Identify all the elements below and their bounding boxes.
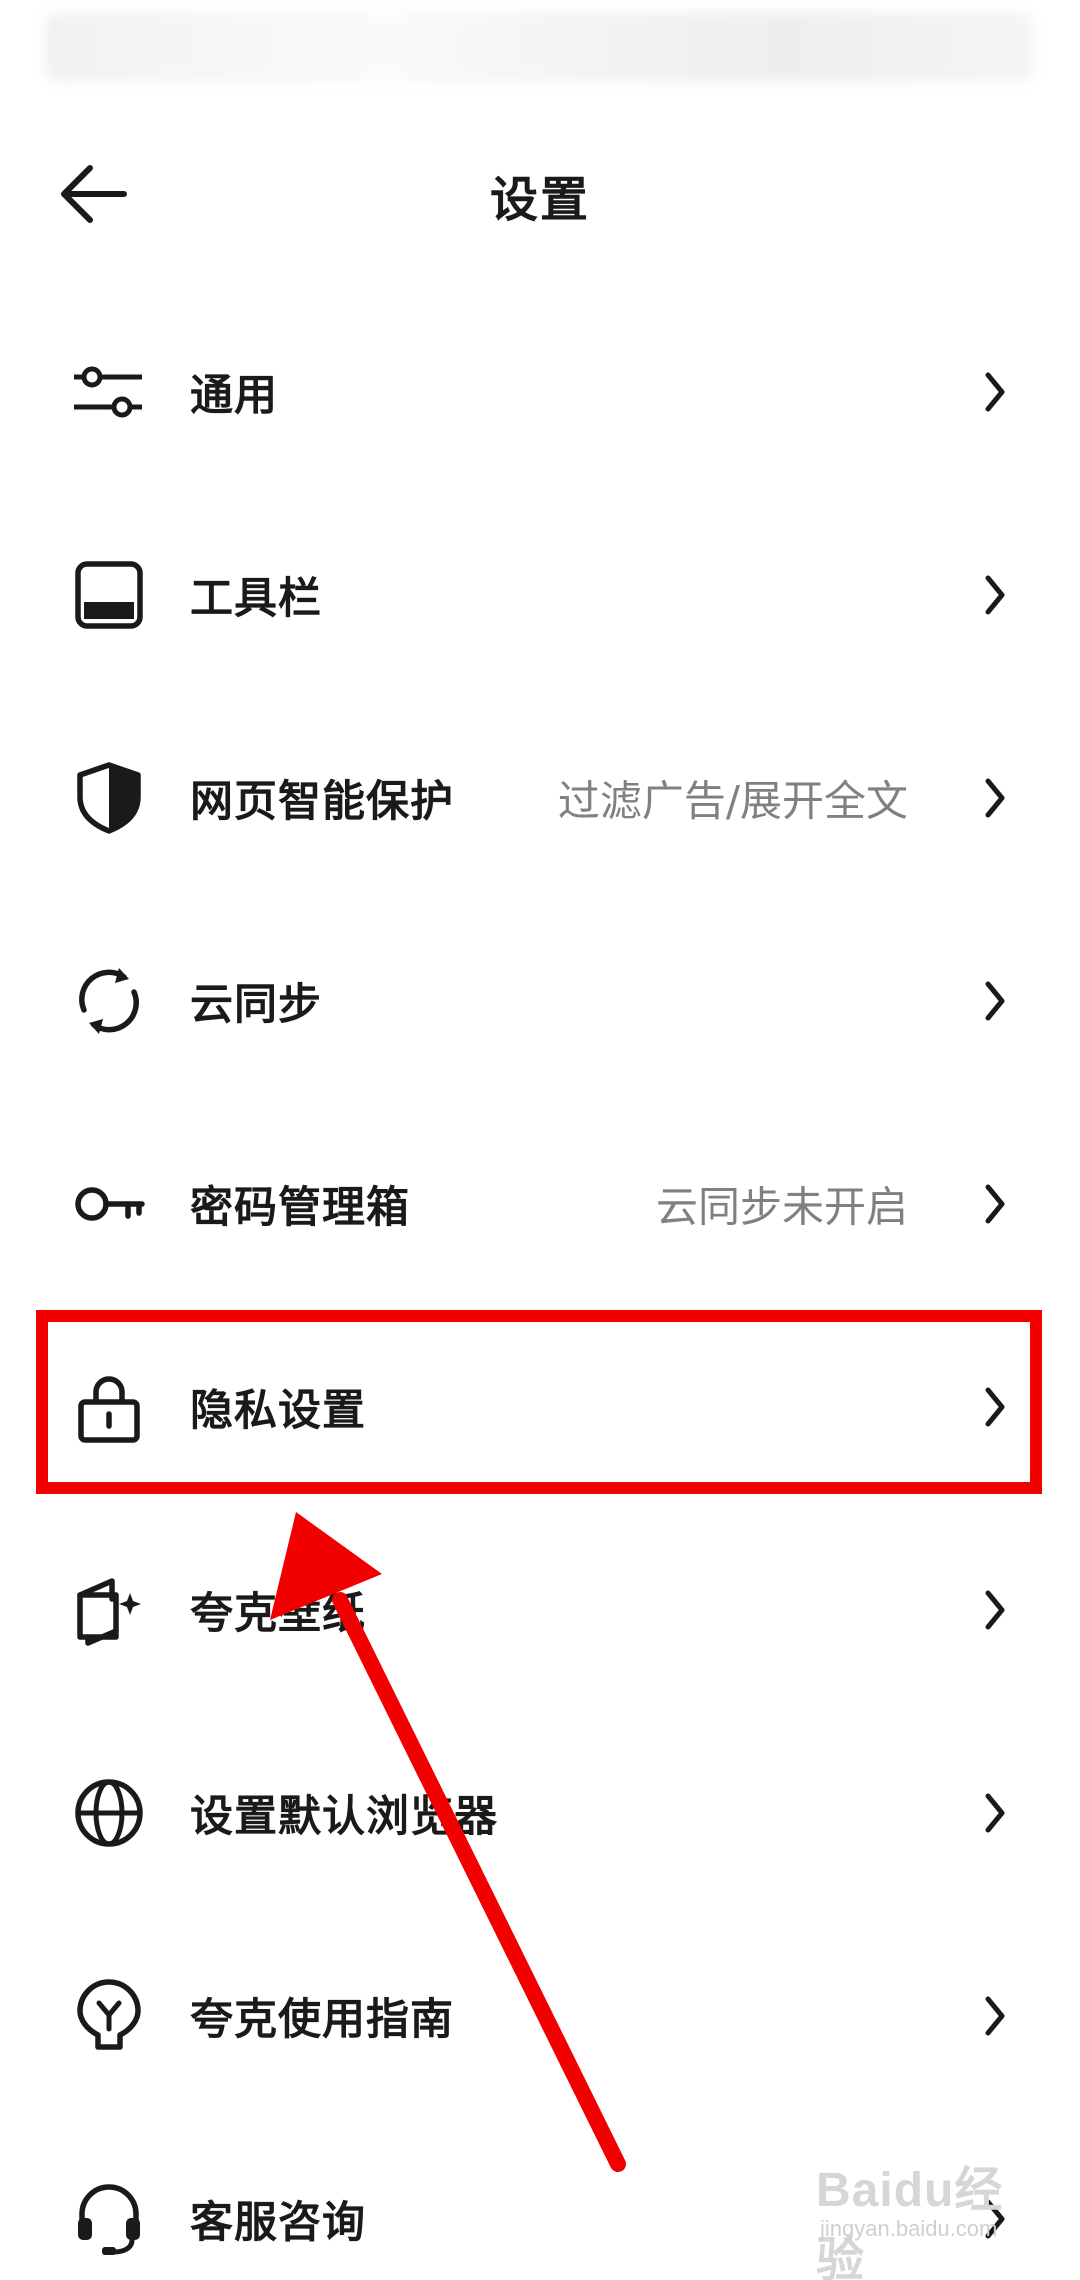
settings-item-label: 客服咨询 [190,2197,366,2248]
wallpaper-icon [72,1573,146,1647]
globe-icon [72,1776,146,1850]
settings-item-toolbar[interactable]: 工具栏 [0,493,1080,696]
chevron-right-icon [985,1387,1005,1426]
chevron-right-icon [985,1793,1005,1832]
settings-item-general[interactable]: 通用 [0,290,1080,493]
sliders-icon [72,355,146,429]
page-title: 设置 [489,172,590,228]
settings-list: 通用 工具栏 网页智能保护 过滤广告/展开全文 云同步 密码管理箱 云同步未开启… [0,290,1080,2280]
chevron-right-icon [985,1996,1005,2035]
settings-item-label: 工具栏 [190,573,322,624]
settings-item-label: 隐私设置 [190,1385,366,1436]
settings-item-privacy[interactable]: 隐私设置 [0,1305,1080,1508]
settings-item-customer-service[interactable]: 客服咨询 [0,2117,1080,2280]
settings-item-label: 通用 [190,370,278,421]
chevron-right-icon [985,981,1005,1020]
settings-item-label: 夸克使用指南 [190,1994,454,2045]
settings-item-label: 夸克壁纸 [190,1588,366,1639]
sync-icon [72,964,146,1038]
settings-item-user-guide[interactable]: 夸克使用指南 [0,1914,1080,2117]
settings-item-label: 云同步 [190,979,322,1030]
settings-item-value: 过滤广告/展开全文 [557,776,908,825]
settings-page: 设置 通用 工具栏 网页智能保护 过滤广告/展开全文 云同步 密码管理箱 云同步… [0,0,1080,2280]
header: 设置 [0,120,1080,270]
shield-icon [72,761,146,835]
chevron-right-icon [985,1590,1005,1629]
chevron-right-icon [985,778,1005,817]
settings-item-wallpaper[interactable]: 夸克壁纸 [0,1508,1080,1711]
settings-item-label: 密码管理箱 [190,1182,410,1233]
chevron-right-icon [985,2199,1005,2238]
settings-item-default-browser[interactable]: 设置默认浏览器 [0,1711,1080,1914]
lock-icon [72,1370,146,1444]
status-bar [44,12,1034,82]
chevron-right-icon [985,575,1005,614]
bulb-icon [72,1978,146,2053]
settings-item-cloud-sync[interactable]: 云同步 [0,899,1080,1102]
settings-item-label: 设置默认浏览器 [190,1791,498,1842]
headset-icon [72,2182,146,2256]
key-icon [72,1167,146,1241]
toolbar-icon [72,558,146,632]
settings-item-value: 云同步未开启 [655,1182,908,1231]
settings-item-label: 网页智能保护 [190,776,454,827]
chevron-right-icon [985,1184,1005,1223]
settings-item-web-protection[interactable]: 网页智能保护 过滤广告/展开全文 [0,696,1080,899]
settings-item-password-manager[interactable]: 密码管理箱 云同步未开启 [0,1102,1080,1305]
chevron-right-icon [985,372,1005,411]
